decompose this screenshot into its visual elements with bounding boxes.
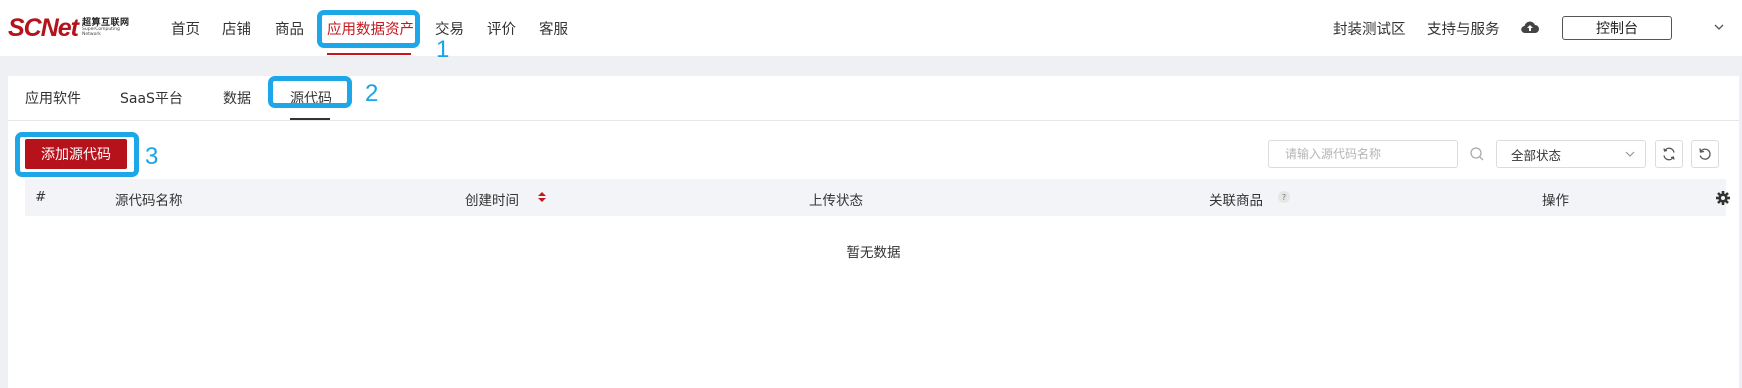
nav-home[interactable]: 首页 — [171, 18, 200, 39]
console-button[interactable]: 控制台 — [1562, 16, 1672, 40]
nav-support[interactable]: 支持与服务 — [1427, 18, 1500, 39]
nav-store[interactable]: 店铺 — [222, 18, 251, 39]
tab-saas-platform[interactable]: SaaS平台 — [120, 88, 183, 108]
column-created-time[interactable]: 创建时间 — [465, 189, 519, 209]
tab-data[interactable]: 数据 — [223, 88, 251, 108]
annotation-box-3 — [15, 132, 139, 177]
nav-products[interactable]: 商品 — [275, 18, 304, 39]
annotation-number-1: 1 — [436, 36, 450, 63]
chevron-down-icon — [1625, 151, 1635, 157]
column-upload-status: 上传状态 — [809, 193, 863, 209]
tab-app-software[interactable]: 应用软件 — [25, 88, 81, 108]
nav-active-indicator — [327, 53, 411, 55]
gear-icon[interactable] — [1715, 190, 1731, 206]
reset-button[interactable] — [1691, 140, 1719, 168]
chevron-down-icon[interactable] — [1712, 22, 1726, 32]
status-select-value: 全部状态 — [1511, 147, 1562, 163]
annotation-number-2: 2 — [365, 80, 379, 107]
help-icon[interactable]: ? — [1278, 191, 1290, 203]
logo-en-text-2: Network — [82, 31, 101, 37]
sort-icon[interactable] — [537, 190, 547, 204]
main-panel: 应用软件 SaaS平台 数据 源代码 添加源代码 全部状态 # 源代码名称 创建… — [8, 76, 1739, 388]
cloud-upload-icon[interactable] — [1520, 18, 1540, 36]
column-actions: 操作 — [1542, 193, 1569, 209]
annotation-box-2 — [268, 76, 352, 108]
table-header: # 源代码名称 创建时间 上传状态 关联商品 ? 操作 — [25, 179, 1730, 216]
annotation-box-1 — [317, 10, 420, 48]
column-source-code-name: 源代码名称 — [115, 193, 183, 209]
refresh-icon — [1663, 147, 1675, 161]
search-icon[interactable] — [1469, 146, 1485, 162]
status-select[interactable]: 全部状态 — [1496, 140, 1646, 168]
reset-icon — [1699, 148, 1711, 160]
top-header: SCNet 超算互联网 SuperComputing Network 首页 店铺… — [0, 0, 1742, 56]
logo-wordmark: SCNet — [8, 13, 79, 42]
annotation-number-3: 3 — [145, 143, 159, 170]
scnet-logo[interactable]: SCNet 超算互联网 SuperComputing Network — [8, 14, 130, 42]
logo-tagline: 超算互联网 SuperComputing Network — [82, 19, 130, 37]
subtabs-divider — [8, 120, 1739, 121]
column-linked-products: 关联商品 — [1209, 193, 1263, 209]
empty-state: 暂无数据 — [846, 245, 901, 261]
nav-reviews[interactable]: 评价 — [487, 18, 516, 39]
search-input[interactable] — [1268, 140, 1458, 168]
nav-sandbox[interactable]: 封装测试区 — [1333, 18, 1406, 39]
refresh-button[interactable] — [1655, 140, 1683, 168]
column-index: # — [35, 189, 47, 205]
nav-customer-service[interactable]: 客服 — [539, 18, 568, 39]
